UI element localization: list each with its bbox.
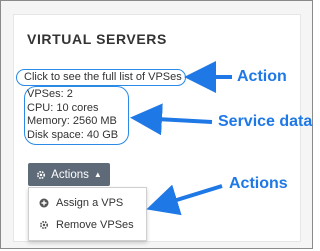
stat-cpu: CPU: 10 cores xyxy=(27,101,99,114)
menu-item-label: Remove VPSes xyxy=(56,219,134,231)
menu-item-remove-vpses[interactable]: Remove VPSes xyxy=(29,214,146,236)
annotation-action: Action xyxy=(237,68,287,85)
stat-memory: Memory: 2560 MB xyxy=(27,115,117,127)
annotation-actions: Actions xyxy=(229,175,288,192)
menu-item-label: Assign a VPS xyxy=(56,197,124,209)
stat-vpses: VPSes: 2 xyxy=(27,88,73,100)
actions-button[interactable]: Actions ▲ xyxy=(28,163,110,186)
actions-button-label: Actions xyxy=(51,168,89,181)
annotation-service-data: Service data xyxy=(218,113,313,130)
gear-icon xyxy=(36,170,46,180)
caret-up-icon: ▲ xyxy=(93,170,102,179)
stat-disk-space: Disk space: 40 GB xyxy=(27,128,119,141)
gear-icon xyxy=(39,220,49,230)
plus-circle-icon xyxy=(39,198,49,208)
full-list-link[interactable]: Click to see the full list of VPSes xyxy=(24,71,182,83)
actions-dropdown-menu: Assign a VPS Remove VPSes xyxy=(28,187,147,241)
menu-item-assign-vps[interactable]: Assign a VPS xyxy=(29,192,146,214)
service-stats: VPSes: 2 CPU: 10 cores Memory: 2560 MB D… xyxy=(27,88,118,142)
panel-title: VIRTUAL SERVERS xyxy=(27,31,167,47)
